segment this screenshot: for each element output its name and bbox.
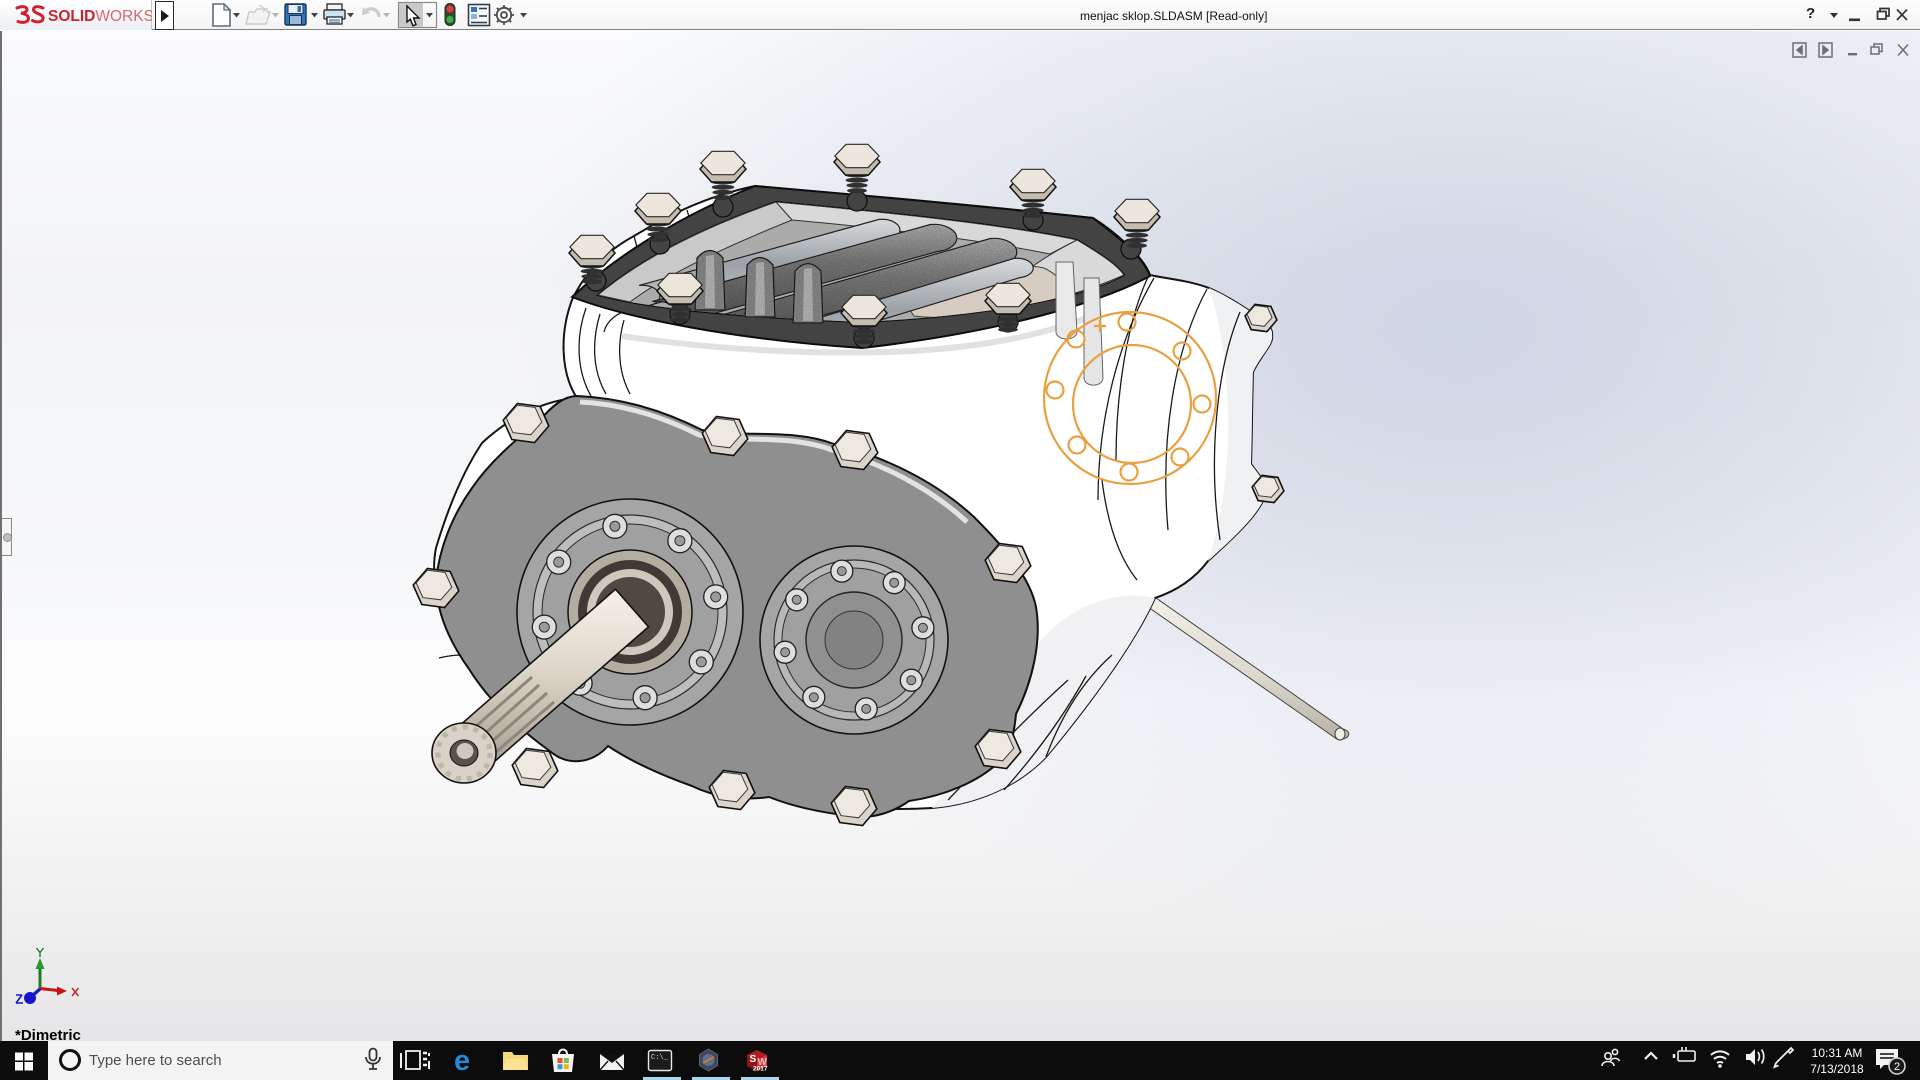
svg-text:e: e <box>454 1045 470 1077</box>
svg-text:C:\_: C:\_ <box>651 1054 669 1062</box>
svg-text:S: S <box>750 1054 757 1065</box>
svg-text:2017: 2017 <box>753 1066 768 1073</box>
svg-text:SOLIDWORKS: SOLIDWORKS <box>48 8 152 25</box>
svg-text:2: 2 <box>1894 1061 1900 1073</box>
